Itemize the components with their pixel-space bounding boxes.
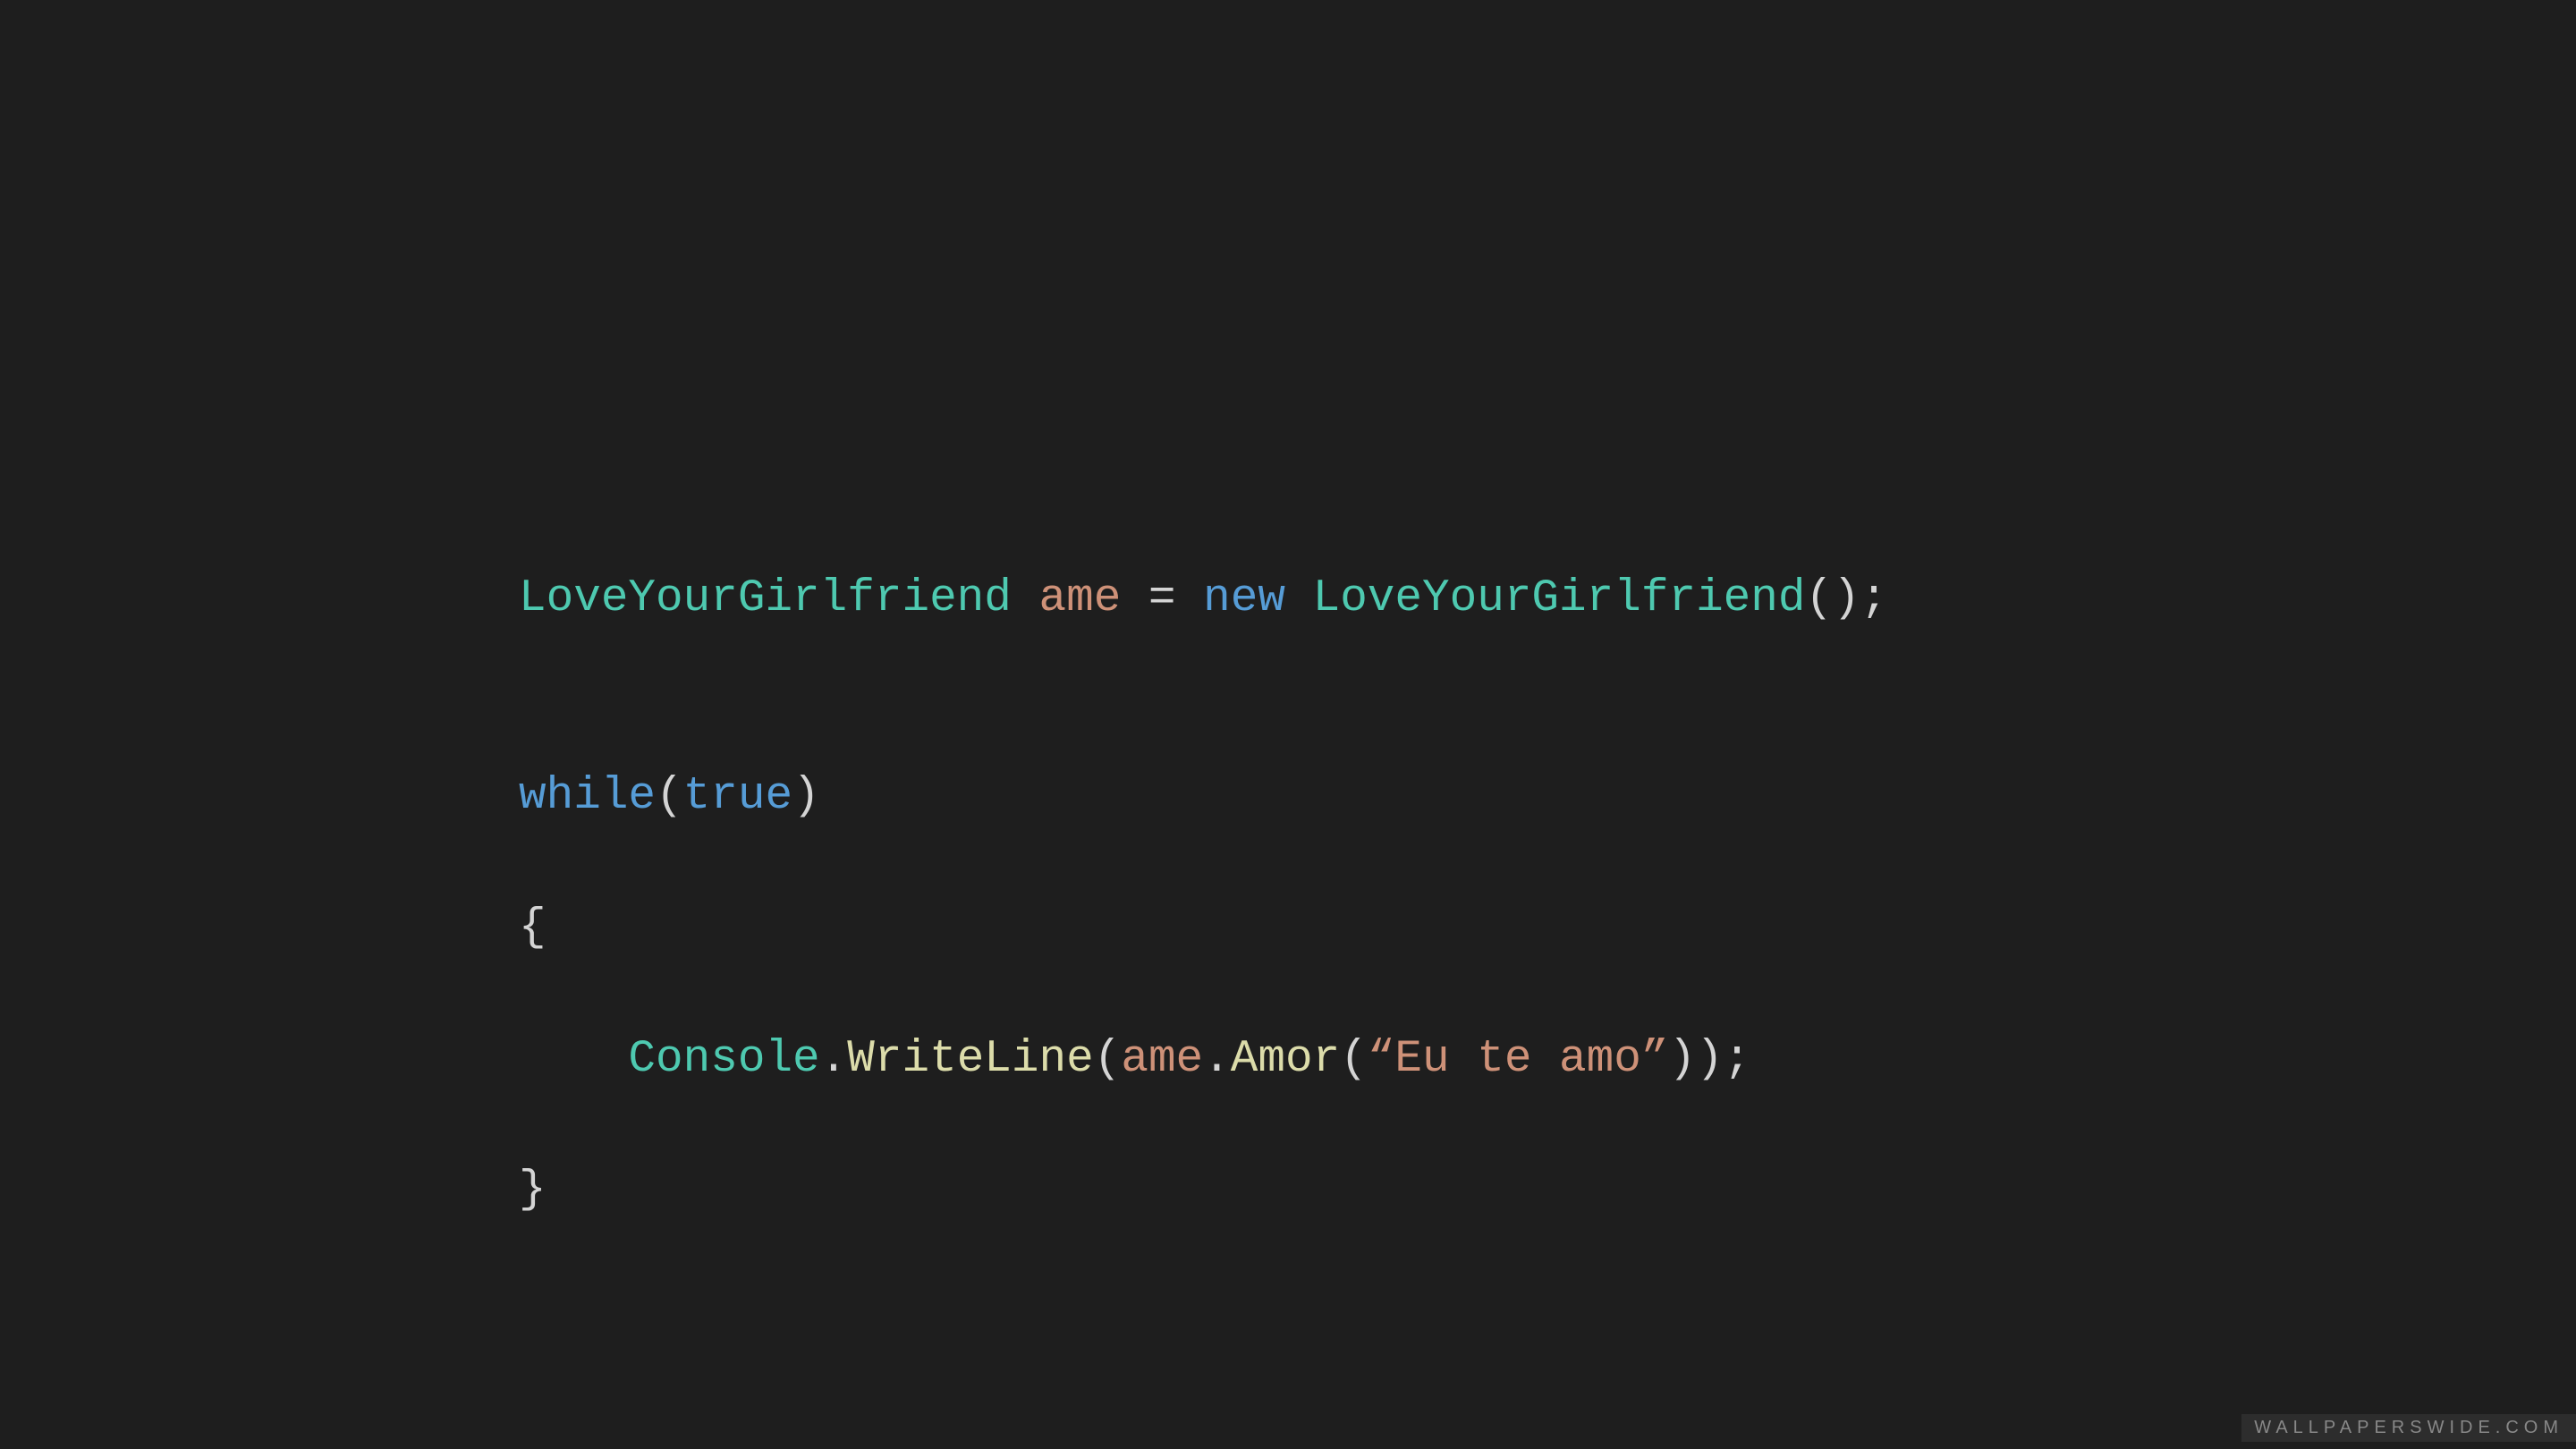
token-dot: .: [820, 1034, 848, 1085]
token-keyword-new: new: [1203, 573, 1285, 624]
token-console: Console: [628, 1034, 819, 1085]
token-paren-close: ): [1696, 1034, 1724, 1085]
code-line-brace-open: {: [519, 895, 1887, 961]
code-block: LoveYourGirlfriend ame = new LoveYourGir…: [519, 501, 1887, 1289]
token-class: LoveYourGirlfriend: [1313, 573, 1806, 624]
token-space: [1285, 573, 1313, 624]
token-paren-open: (: [1094, 1034, 1122, 1085]
code-line-brace-close: }: [519, 1157, 1887, 1223]
token-paren-close: ): [1668, 1034, 1696, 1085]
token-quote-close: ”: [1641, 1034, 1669, 1085]
token-string: Eu te amo: [1394, 1034, 1640, 1085]
token-assign: =: [1121, 573, 1203, 624]
token-semicolon: ;: [1860, 573, 1888, 624]
token-method-writeline: WriteLine: [847, 1034, 1093, 1085]
token-paren-open: (: [656, 771, 683, 822]
token-paren-close: ): [792, 771, 820, 822]
token-dot: .: [1203, 1034, 1231, 1085]
watermark-label: WALLPAPERSWIDE.COM: [2241, 1414, 2576, 1442]
token-paren-open: (: [1340, 1034, 1368, 1085]
token-keyword-true: true: [683, 771, 792, 822]
token-space: [1012, 573, 1039, 624]
token-quote-open: “: [1368, 1034, 1395, 1085]
token-parens: (): [1805, 573, 1860, 624]
code-line-3: while(true): [519, 764, 1887, 829]
token-variable: ame: [1039, 573, 1122, 624]
code-line-1: LoveYourGirlfriend ame = new LoveYourGir…: [519, 566, 1887, 631]
token-variable: ame: [1121, 1034, 1203, 1085]
token-method-amor: Amor: [1231, 1034, 1340, 1085]
token-class: LoveYourGirlfriend: [519, 573, 1012, 624]
token-semicolon: ;: [1724, 1034, 1751, 1085]
token-keyword-while: while: [519, 771, 656, 822]
code-line-5: Console.WriteLine(ame.Amor(“Eu te amo”))…: [519, 1027, 1887, 1092]
token-indent: [519, 1034, 628, 1085]
